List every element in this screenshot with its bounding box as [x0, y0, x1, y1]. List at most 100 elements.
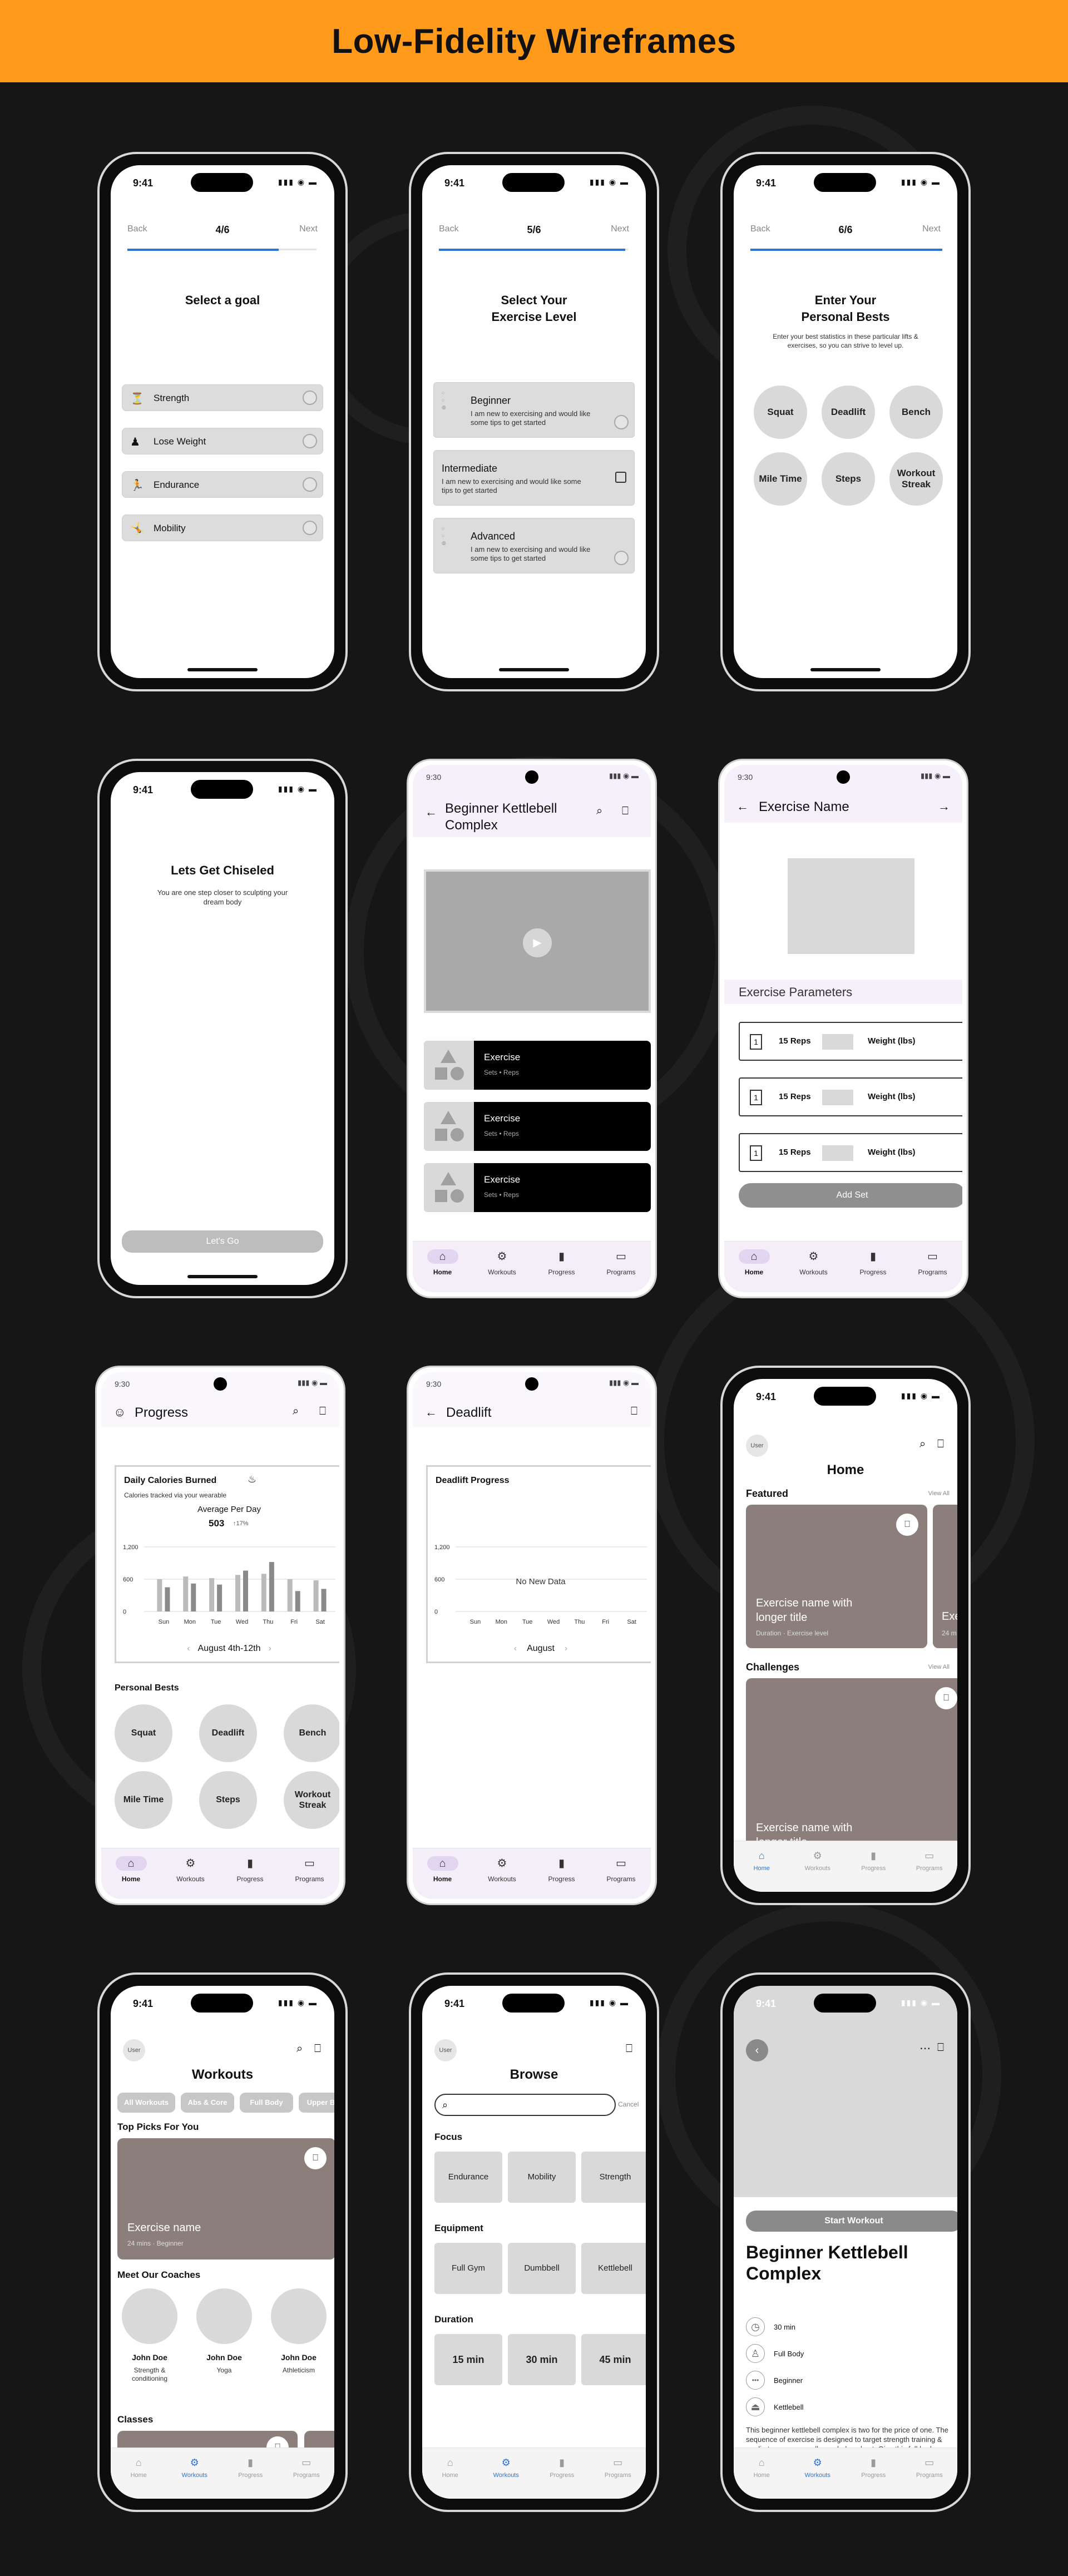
bookmark-icon[interactable]: ⎕ [935, 1687, 957, 1709]
chevron-left-icon[interactable]: ‹ [187, 1644, 190, 1653]
coach-card[interactable]: John Doe Yoga [192, 2288, 256, 2375]
nav-item-programs[interactable]: ▭ Programs [594, 1249, 649, 1276]
level-option[interactable]: Intermediate I am new to exercising and … [433, 450, 635, 506]
nav-item-home[interactable]: ⌂ Home [111, 2457, 166, 2479]
bookmark-icon[interactable]: ⎕ [626, 2043, 632, 2055]
best-item[interactable]: Workout Streak [889, 452, 943, 506]
best-item[interactable]: Mile Time [754, 452, 807, 506]
coach-card[interactable]: John Doe Strength & conditioning [117, 2288, 182, 2383]
back-arrow-icon[interactable]: ‹ [746, 2039, 768, 2061]
bookmark-icon[interactable]: ⎕ [896, 1514, 918, 1536]
pb-item[interactable]: Deadlift [199, 1704, 257, 1762]
nav-item-programs[interactable]: ▭ Programs [594, 1856, 649, 1883]
profile-icon[interactable]: ☺ [113, 1405, 126, 1420]
date-range[interactable]: ‹ August 4th-12th › [116, 1644, 339, 1654]
bookmark-icon[interactable]: ⎕ [937, 2041, 944, 2054]
lets-go-button[interactable]: Let's Go [122, 1230, 323, 1253]
back-arrow-icon[interactable]: ← [736, 799, 749, 814]
checkbox[interactable] [615, 472, 626, 483]
coach-card[interactable]: John Doe Athleticism [266, 2288, 331, 2375]
nav-item-home[interactable]: ⌂ Home [734, 2457, 789, 2479]
search-icon[interactable]: ⌕ [919, 1438, 926, 1451]
browse-tile[interactable]: Dumbbell [508, 2243, 576, 2294]
featured-card-peek[interactable]: Exerc 24 m [933, 1505, 957, 1648]
chevron-right-icon[interactable]: › [268, 1644, 271, 1653]
browse-tile[interactable]: Kettlebell [581, 2243, 646, 2294]
top-pick-card[interactable]: ⎕ Exercise name 24 mins · Beginner [117, 2138, 334, 2259]
browse-tile[interactable]: 45 min [581, 2334, 646, 2385]
bookmark-icon[interactable]: ⎕ [319, 1405, 326, 1418]
bookmark-icon[interactable]: ⎕ [937, 1438, 944, 1451]
add-set-button[interactable]: Add Set [739, 1183, 962, 1208]
nav-item-progress[interactable]: ▮ Progress [846, 1850, 901, 1872]
best-item[interactable]: Deadlift [822, 385, 875, 439]
month-selector[interactable]: ‹ August › [428, 1644, 651, 1654]
cancel-button[interactable]: Cancel [618, 2100, 639, 2108]
avatar[interactable]: User [746, 1435, 768, 1457]
set-row[interactable]: 1 15 Reps Weight (lbs) [739, 1133, 962, 1172]
set-row[interactable]: 1 15 Reps Weight (lbs) [739, 1077, 962, 1116]
back-arrow-icon[interactable]: ← [425, 1405, 437, 1420]
nav-item-workouts[interactable]: ⚙ Workouts [167, 2457, 222, 2479]
video-player[interactable]: ▶ [424, 869, 651, 1013]
radio-button[interactable] [614, 415, 629, 429]
exercise-card[interactable]: Exercise Sets • Reps [424, 1041, 651, 1090]
browse-tile[interactable]: 30 min [508, 2334, 576, 2385]
nav-item-progress[interactable]: ▮ Progress [846, 2457, 901, 2479]
featured-card[interactable]: ⎕ Exercise name with longer title Durati… [746, 1505, 927, 1648]
filter-chip[interactable]: Full Body [240, 2093, 293, 2113]
filter-chip[interactable]: All Workouts [117, 2093, 175, 2113]
browse-tile[interactable]: Mobility [508, 2152, 576, 2203]
pb-item[interactable]: Squat [115, 1704, 172, 1762]
weight-input[interactable] [822, 1034, 853, 1050]
set-row[interactable]: 1 15 Reps Weight (lbs) [739, 1022, 962, 1061]
level-option[interactable]: ○ ○ ◍ Advanced I am new to exercising and … [433, 518, 635, 573]
nav-item-progress[interactable]: ▮ Progress [846, 1249, 901, 1276]
nav-item-workouts[interactable]: ⚙ Workouts [790, 1850, 846, 1872]
nav-item-programs[interactable]: ▭ Programs [902, 1850, 957, 1872]
chevron-right-icon[interactable]: › [565, 1644, 567, 1653]
radio-button[interactable] [303, 521, 317, 535]
best-item[interactable]: Steps [822, 452, 875, 506]
nav-item-home[interactable]: ⌂ Home [103, 1856, 159, 1883]
browse-tile[interactable]: Endurance [434, 2152, 502, 2203]
set-number[interactable]: 1 [750, 1034, 762, 1050]
view-all-link[interactable]: View All [928, 1490, 950, 1497]
bookmark-icon[interactable]: ⎕ [622, 805, 629, 818]
radio-button[interactable] [303, 390, 317, 405]
nav-item-workouts[interactable]: ⚙ Workouts [786, 1249, 842, 1276]
weight-input[interactable] [822, 1145, 853, 1161]
browse-tile[interactable]: 15 min [434, 2334, 502, 2385]
nav-item-home[interactable]: ⌂ Home [422, 2457, 478, 2479]
back-arrow-icon[interactable]: ← [425, 805, 437, 819]
pb-item[interactable]: Bench [284, 1704, 339, 1762]
filter-chip[interactable]: Upper B [299, 2093, 334, 2113]
radio-button[interactable] [614, 551, 629, 565]
weight-input[interactable] [822, 1090, 853, 1105]
nav-item-workouts[interactable]: ⚙ Workouts [163, 1856, 219, 1883]
set-number[interactable]: 1 [750, 1090, 762, 1105]
view-all-link[interactable]: View All [928, 1664, 950, 1670]
level-option[interactable]: ○ ○ ◍ Beginner I am new to exercising and … [433, 382, 635, 438]
forward-arrow-icon[interactable]: → [938, 799, 950, 814]
browse-tile[interactable]: Full Gym [434, 2243, 502, 2294]
goal-option[interactable]: 🤸 Mobility [122, 515, 323, 541]
avatar[interactable]: User [434, 2039, 457, 2061]
next-link[interactable]: Next [611, 224, 629, 234]
search-input[interactable]: ⌕ [434, 2094, 616, 2116]
filter-chip[interactable]: Abs & Core [181, 2093, 234, 2113]
nav-item-progress[interactable]: ▮ Progress [534, 1856, 590, 1883]
chevron-left-icon[interactable]: ‹ [514, 1644, 517, 1653]
nav-item-workouts[interactable]: ⚙ Workouts [474, 1856, 530, 1883]
goal-option[interactable]: 🏃 Endurance [122, 471, 323, 498]
search-icon[interactable]: ⌕ [296, 2043, 303, 2055]
best-item[interactable]: Bench [889, 385, 943, 439]
nav-item-workouts[interactable]: ⚙ Workouts [474, 1249, 530, 1276]
exercise-card[interactable]: Exercise Sets • Reps [424, 1163, 651, 1212]
nav-item-programs[interactable]: ▭ Programs [905, 1249, 961, 1276]
radio-button[interactable] [303, 477, 317, 492]
browse-tile[interactable]: Strength [581, 2152, 646, 2203]
nav-item-programs[interactable]: ▭ Programs [902, 2457, 957, 2479]
bookmark-icon[interactable]: ⎕ [314, 2043, 321, 2055]
pb-item[interactable]: Steps [199, 1771, 257, 1829]
